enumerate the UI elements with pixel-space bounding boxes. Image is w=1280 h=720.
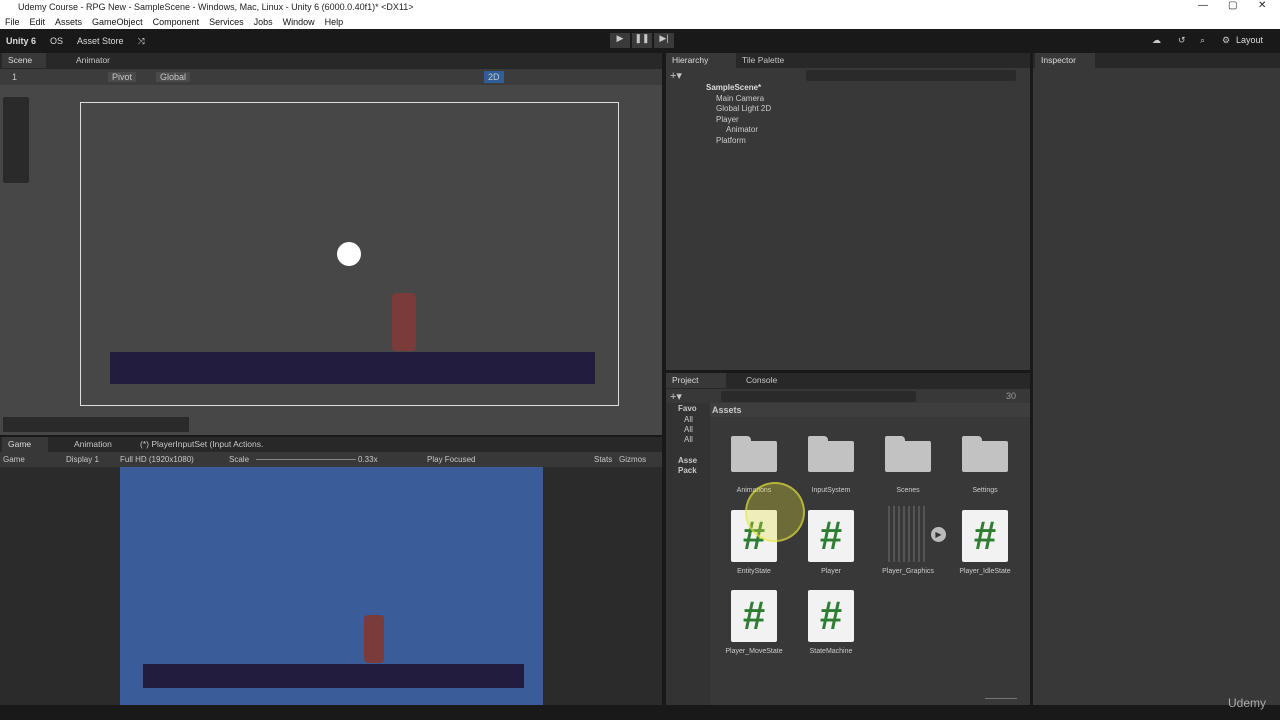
visible-count: 30 [1006, 391, 1017, 401]
history-icon[interactable]: ↺ [1178, 35, 1186, 46]
expand-sprite-icon[interactable]: ▶ [931, 527, 946, 542]
search-icon[interactable]: ⌕ [1200, 35, 1205, 46]
version-control-icon[interactable]: ⤨ [138, 36, 145, 47]
tree-assets[interactable]: Asse [678, 456, 697, 465]
icon-size-slider[interactable] [985, 698, 1017, 699]
close-button[interactable]: ✕ [1258, 0, 1266, 11]
add-icon[interactable]: +▾ [670, 69, 682, 82]
layout-dropdown[interactable]: Layout [1236, 35, 1263, 45]
window-title: Udemy Course - RPG New - SampleScene - W… [0, 0, 1280, 15]
play-button[interactable]: ▶ [610, 33, 630, 48]
tree-packages[interactable]: Pack [678, 466, 697, 475]
csharp-script-icon[interactable]: # [731, 590, 777, 642]
folder-icon[interactable] [885, 436, 931, 472]
tab-hierarchy[interactable]: Hierarchy [666, 53, 736, 68]
project-tree: Favo All All All Asse Pack [666, 403, 710, 705]
asset-statemachine[interactable]: StateMachine [786, 648, 876, 655]
resolution-dropdown[interactable]: Full HD (1920x1080) [120, 455, 194, 464]
inspector-panel [1033, 68, 1280, 705]
scale-value: 0.33x [358, 455, 378, 464]
menu-window[interactable]: Window [283, 15, 315, 29]
game-view[interactable] [0, 467, 662, 705]
tab-scene[interactable]: Scene [2, 53, 46, 68]
menu-services[interactable]: Services [209, 15, 244, 29]
display-dropdown[interactable]: Display 1 [66, 455, 99, 464]
csharp-script-icon[interactable]: # [808, 510, 854, 562]
menu-jobs[interactable]: Jobs [254, 15, 273, 29]
game-render [120, 467, 543, 705]
minimize-button[interactable]: — [1198, 0, 1208, 11]
menu-gameobject[interactable]: GameObject [92, 15, 143, 29]
tab-animation[interactable]: Animation [68, 437, 118, 452]
tab-animator[interactable]: Animator [70, 53, 116, 68]
scene-toolbar: 1 Pivot Global 2D [0, 69, 662, 85]
hierarchy-item-player[interactable]: Player [716, 115, 739, 124]
hierarchy-search-input[interactable] [806, 70, 1016, 81]
scene-view[interactable] [0, 85, 662, 435]
menu-edit[interactable]: Edit [30, 15, 46, 29]
tool-palette[interactable] [3, 97, 29, 183]
pivot-dropdown[interactable]: Pivot [108, 72, 137, 82]
tree-all-materials[interactable]: All [684, 415, 693, 424]
tab-project[interactable]: Project [666, 373, 726, 388]
folder-icon[interactable] [808, 436, 854, 472]
maximize-button[interactable]: ▢ [1228, 0, 1237, 11]
step-button[interactable]: ▶| [654, 33, 674, 48]
scale-slider[interactable] [256, 459, 356, 460]
light-gizmo-icon[interactable] [337, 242, 361, 266]
hierarchy-item-main-camera[interactable]: Main Camera [716, 94, 764, 103]
global-dropdown[interactable]: Global [156, 72, 191, 82]
menu-bar: File Edit Assets GameObject Component Se… [0, 15, 1280, 29]
menu-file[interactable]: File [5, 15, 20, 29]
folder-icon[interactable] [962, 436, 1008, 472]
hierarchy-item-samplescene[interactable]: SampleScene* [706, 83, 761, 92]
account-button[interactable]: Unity 6 [6, 36, 36, 46]
hierarchy-panel: +▾ SampleScene* Main Camera Global Light… [666, 68, 1030, 370]
stats-button[interactable]: Stats [594, 455, 612, 464]
toggle-2d-button[interactable]: 2D [484, 71, 504, 83]
hierarchy-item-animator[interactable]: Animator [726, 125, 758, 134]
menu-assets[interactable]: Assets [55, 15, 82, 29]
hierarchy-item-platform[interactable]: Platform [716, 136, 746, 145]
scale-label: Scale [229, 455, 250, 464]
menu-help[interactable]: Help [325, 15, 344, 29]
platform-sprite [143, 664, 524, 688]
udemy-watermark: Udemy [1228, 696, 1267, 710]
play-focused-dropdown[interactable]: Play Focused [427, 455, 475, 464]
tree-favorites[interactable]: Favo [678, 404, 697, 413]
tab-input-actions[interactable]: (*) PlayerInputSet (Input Actions. [134, 437, 269, 452]
asset-settings[interactable]: Settings [940, 487, 1030, 494]
sprite-sheet-icon[interactable] [888, 506, 928, 562]
settings-icon[interactable]: ⚙ [1222, 35, 1230, 46]
project-search-input[interactable] [721, 391, 916, 402]
layer-field[interactable]: 1 [12, 72, 17, 82]
game-view-dropdown[interactable]: Game [3, 455, 25, 464]
scene-overlay-toolbar[interactable] [3, 417, 189, 432]
csharp-script-icon[interactable]: # [962, 510, 1008, 562]
player-sprite[interactable] [392, 293, 416, 351]
tab-console[interactable]: Console [740, 373, 783, 388]
player-sprite [364, 615, 384, 663]
play-controls: ▶ ❚❚ ▶| [610, 33, 674, 48]
os-dropdown[interactable]: OS [50, 36, 63, 46]
platform-sprite[interactable] [110, 352, 595, 384]
create-icon[interactable]: +▾ [670, 390, 682, 403]
cloud-icon[interactable]: ☁ [1152, 35, 1161, 46]
tab-inspector[interactable]: Inspector [1035, 53, 1095, 68]
asset-player-idlestate[interactable]: Player_IdleState [940, 568, 1030, 575]
csharp-script-icon[interactable]: # [808, 590, 854, 642]
asset-store-dropdown[interactable]: Asset Store [77, 36, 124, 46]
tab-game[interactable]: Game [2, 437, 48, 452]
pause-button[interactable]: ❚❚ [632, 33, 652, 48]
tab-tile-palette[interactable]: Tile Palette [736, 53, 790, 68]
tree-all-models[interactable]: All [684, 425, 693, 434]
folder-icon[interactable] [731, 436, 777, 472]
project-breadcrumb[interactable]: Assets [710, 403, 1030, 417]
cursor-highlight [745, 482, 805, 542]
gizmos-dropdown[interactable]: Gizmos [619, 455, 646, 464]
game-toolbar: Game Display 1 Full HD (1920x1080) Scale… [0, 452, 662, 467]
menu-component[interactable]: Component [153, 15, 200, 29]
hierarchy-item-global-light[interactable]: Global Light 2D [716, 104, 771, 113]
tree-all-prefabs[interactable]: All [684, 435, 693, 444]
